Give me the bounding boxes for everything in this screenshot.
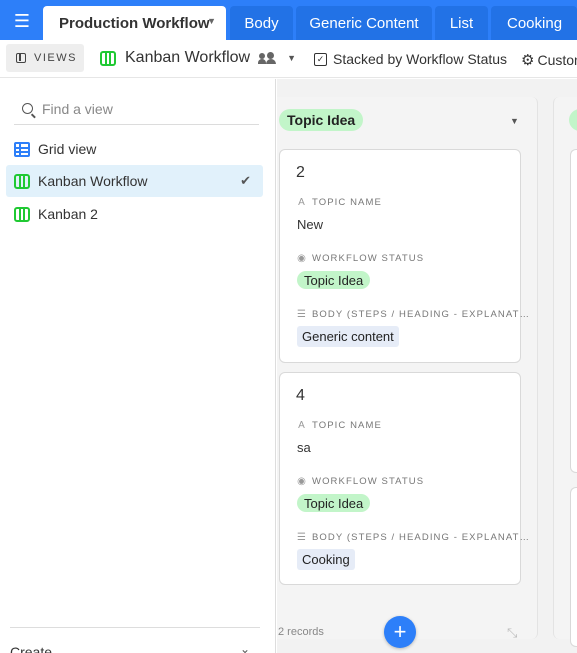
tab-label: List	[449, 14, 474, 32]
gear-icon: ⚙	[521, 52, 535, 69]
grid-view-icon	[14, 141, 30, 157]
chevron-down-icon: ▼	[287, 53, 297, 63]
kanban-icon	[100, 50, 116, 66]
field-label-text: WORKFLOW STATUS	[312, 476, 425, 487]
views-toggle-button[interactable]: VIEWS	[6, 44, 84, 72]
tab-list[interactable]: List	[435, 6, 488, 40]
sidebar-item-label: Grid view	[38, 141, 97, 157]
search-icon	[22, 103, 33, 114]
customize-label: Custon	[537, 52, 577, 68]
card-title: 4	[296, 387, 305, 404]
record-card[interactable]	[570, 149, 577, 473]
text-field-icon: A	[298, 420, 306, 431]
tab-production-workflow[interactable]: Production Workflow ▼	[43, 6, 226, 40]
linked-record-icon: ☰	[297, 532, 308, 543]
linked-record-chip: Generic content	[297, 326, 399, 347]
create-label: Create	[10, 644, 53, 653]
chevron-down-icon[interactable]: ▼	[510, 116, 519, 126]
view-toolbar: VIEWS Kanban Workflow ▼ ✓ Stacked by Wor…	[0, 40, 577, 78]
sidebar-item-label: Kanban 2	[38, 206, 98, 222]
view-switcher[interactable]: Kanban Workflow ▼	[100, 49, 296, 67]
current-view-name: Kanban Workflow	[125, 49, 251, 66]
record-card[interactable]	[570, 487, 577, 647]
kanban-stack-next	[553, 97, 577, 647]
checkmark-icon: ✔	[240, 173, 251, 188]
field-label: ☰ BODY (STEPS / HEADING - EXPLANAT…	[297, 309, 530, 320]
field-label: A TOPIC NAME	[297, 197, 382, 208]
record-card[interactable]: 4 A TOPIC NAME sa ◉ WORKFLOW STATUS Topi…	[279, 372, 529, 585]
stack-title-pill	[569, 109, 577, 131]
topic-name-value: New	[297, 217, 324, 232]
base-tab-bar: ☰ Production Workflow ▼ Body Generic Con…	[0, 0, 577, 40]
record-card[interactable]: 2 A TOPIC NAME New ◉ WORKFLOW STATUS Top…	[279, 149, 529, 363]
single-select-icon: ◉	[297, 253, 307, 264]
create-view-section[interactable]: Create ⌄	[10, 627, 260, 653]
field-label: ◉ WORKFLOW STATUS	[297, 253, 424, 264]
field-label: ☰ BODY (STEPS / HEADING - EXPLANAT…	[297, 532, 530, 543]
card-title: 2	[296, 164, 305, 181]
field-label: A TOPIC NAME	[297, 420, 382, 431]
status-badge: Topic Idea	[297, 494, 371, 512]
kanban-icon	[14, 173, 30, 189]
sidebar-item-grid-view[interactable]: Grid view	[6, 133, 263, 165]
tab-cooking[interactable]: Cooking	[491, 6, 577, 40]
sidebar-icon	[16, 53, 26, 63]
hamburger-icon[interactable]: ☰	[6, 6, 38, 36]
stack-title-pill: Topic Idea	[279, 109, 364, 131]
kanban-board: Topic Idea ▼ 2 A TOPIC NAME New ◉ WORKFL…	[277, 79, 577, 653]
field-label-text: BODY (STEPS / HEADING - EXPLANAT…	[312, 532, 531, 543]
status-badge: Topic Idea	[297, 271, 371, 289]
views-sidebar: Grid view Kanban Workflow ✔ Kanban 2 Cre…	[0, 79, 276, 653]
tab-body[interactable]: Body	[230, 6, 293, 40]
views-label: VIEWS	[34, 52, 77, 64]
sidebar-item-kanban-workflow[interactable]: Kanban Workflow ✔	[6, 165, 263, 197]
field-label-text: TOPIC NAME	[312, 197, 382, 208]
customize-cards-button[interactable]: ⚙ Custon	[521, 51, 577, 69]
collaborative-view-icon	[258, 52, 277, 64]
chevron-down-icon: ⌄	[239, 642, 250, 653]
field-label-text: WORKFLOW STATUS	[312, 253, 425, 264]
tab-generic-content[interactable]: Generic Content	[296, 6, 432, 40]
sidebar-item-kanban-2[interactable]: Kanban 2	[6, 198, 263, 230]
single-select-icon: ◉	[297, 476, 307, 487]
tab-label: Body	[244, 14, 279, 32]
search-input[interactable]	[42, 100, 242, 117]
chevron-down-icon[interactable]: ▼	[207, 16, 216, 26]
add-record-button[interactable]: +	[384, 616, 416, 648]
linked-record-chip: Cooking	[297, 549, 355, 570]
sidebar-item-label: Kanban Workflow	[38, 173, 148, 189]
text-field-icon: A	[298, 197, 306, 208]
field-label-text: TOPIC NAME	[312, 420, 382, 431]
field-label-text: BODY (STEPS / HEADING - EXPLANAT…	[312, 309, 531, 320]
plus-icon: +	[393, 619, 407, 644]
expand-icon[interactable]: ⤡	[507, 625, 517, 641]
tab-label: Generic Content	[309, 14, 419, 32]
field-label: ◉ WORKFLOW STATUS	[297, 476, 424, 487]
topic-name-value: sa	[297, 440, 311, 455]
tab-label: Production Workflow	[59, 14, 210, 32]
kanban-stack: Topic Idea ▼ 2 A TOPIC NAME New ◉ WORKFL…	[277, 97, 538, 648]
stacked-by-label: Stacked by Workflow Status	[333, 51, 508, 67]
view-search	[14, 93, 259, 125]
linked-record-icon: ☰	[297, 309, 308, 320]
tab-label: Cooking	[507, 14, 563, 32]
checkbox-icon: ✓	[314, 52, 327, 66]
record-count: 2 records	[278, 626, 324, 638]
stacked-by-button[interactable]: ✓ Stacked by Workflow Status	[314, 51, 507, 67]
kanban-icon	[14, 206, 30, 222]
